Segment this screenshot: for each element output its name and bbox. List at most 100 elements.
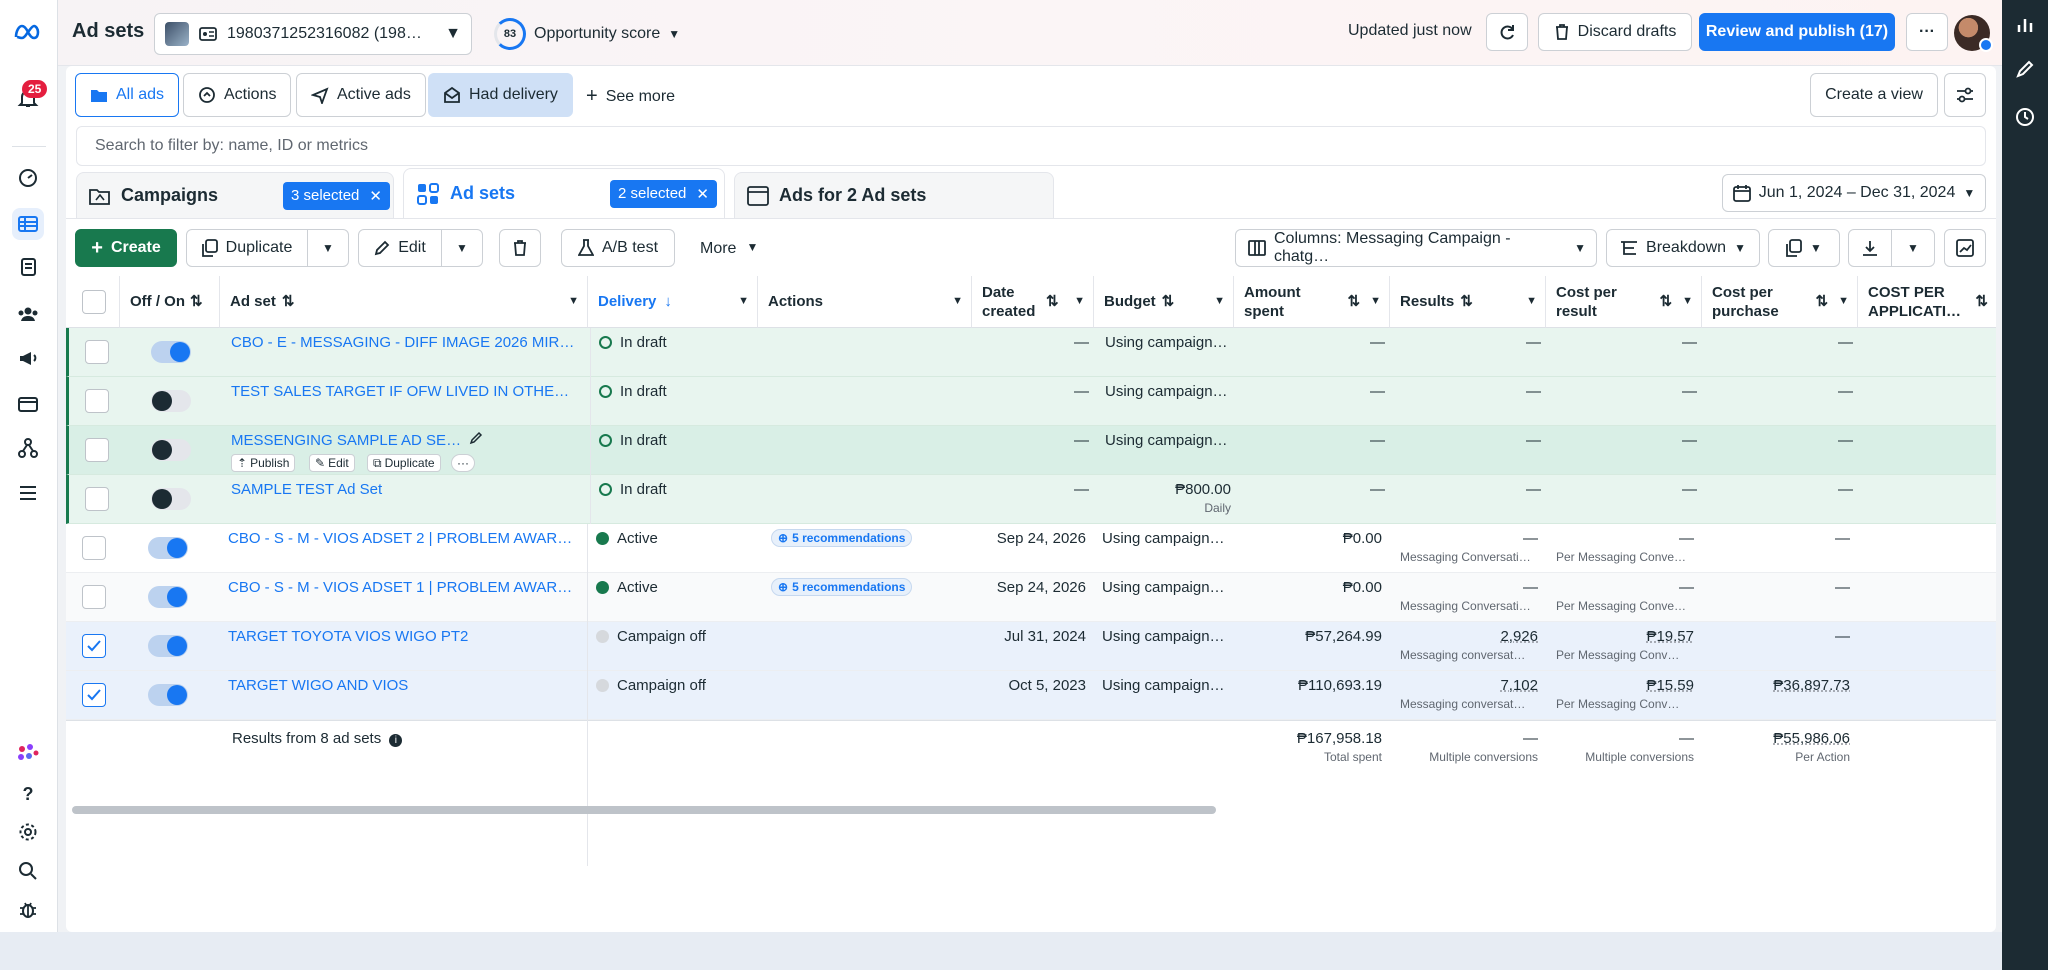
adset-name-link[interactable]: SAMPLE TEST Ad Set <box>231 481 577 498</box>
caret-down-icon[interactable]: ▼ <box>952 292 963 311</box>
filter-settings-button[interactable] <box>1944 73 1986 117</box>
adset-name-link[interactable]: CBO - E - MESSAGING - DIFF IMAGE 2026 MI… <box>231 334 577 351</box>
adsets-selected-pill[interactable]: 2 selected ✕ <box>610 179 717 208</box>
create-button[interactable]: + Create <box>75 229 177 267</box>
caret-down-icon[interactable]: ▼ <box>1214 292 1225 311</box>
reports-button[interactable]: ▼ <box>1768 229 1840 267</box>
horizontal-scrollbar[interactable] <box>72 806 1216 814</box>
billing-card-icon[interactable] <box>12 388 44 420</box>
more-actions-dropdown[interactable]: More ▼ <box>700 240 758 258</box>
header-delivery[interactable]: Delivery ↓ ▼ <box>588 276 758 328</box>
row-duplicate-button[interactable]: ⧉ Duplicate <box>367 454 441 472</box>
row-toggle[interactable] <box>148 684 188 706</box>
sort-desc-icon[interactable]: ↓ <box>664 292 672 311</box>
events-manager-icon[interactable] <box>12 432 44 464</box>
table-row[interactable]: CBO - S - M - VIOS ADSET 2 | PROBLEM AWA… <box>66 524 1996 573</box>
pages-icon[interactable] <box>12 252 44 284</box>
sort-icon[interactable]: ⇅ <box>190 292 203 311</box>
sort-icon[interactable]: ⇅ <box>282 292 295 311</box>
sort-icon[interactable]: ⇅ <box>1162 292 1175 311</box>
filter-active-ads[interactable]: Active ads <box>296 73 426 117</box>
refresh-button[interactable] <box>1486 13 1528 51</box>
sort-icon[interactable]: ⇅ <box>1975 292 1988 311</box>
sort-icon[interactable]: ⇅ <box>1460 292 1473 311</box>
meta-ai-icon[interactable] <box>12 738 44 770</box>
row-more-button[interactable]: ··· <box>451 454 475 472</box>
export-button[interactable] <box>1848 229 1892 267</box>
caret-down-icon[interactable]: ▼ <box>1526 292 1537 311</box>
select-all-checkbox[interactable] <box>82 290 106 314</box>
table-row[interactable]: TARGET WIGO AND VIOS Campaign off Oct 5, 2… <box>66 671 1996 720</box>
table-row[interactable]: CBO - S - M - VIOS ADSET 1 | PROBLEM AWA… <box>66 573 1996 622</box>
tab-campaigns[interactable]: Campaigns 3 selected ✕ <box>76 172 394 218</box>
table-row[interactable]: CBO - E - MESSAGING - DIFF IMAGE 2026 MI… <box>66 328 1996 377</box>
adset-name-link[interactable]: CBO - S - M - VIOS ADSET 1 | PROBLEM AWA… <box>228 579 574 596</box>
row-edit-button[interactable]: ✎ Edit <box>309 454 355 472</box>
bar-chart-icon[interactable] <box>2014 14 2036 36</box>
caret-down-icon[interactable]: ▼ <box>1370 292 1381 311</box>
all-tools-menu-icon[interactable] <box>12 477 44 509</box>
history-clock-icon[interactable] <box>2014 106 2036 128</box>
edit-dropdown-button[interactable]: ▼ <box>441 229 483 267</box>
adset-name-link[interactable]: TARGET TOYOTA VIOS WIGO PT2 <box>228 628 574 645</box>
row-checkbox[interactable] <box>85 438 109 462</box>
tab-ads[interactable]: Ads for 2 Ad sets <box>734 172 1054 218</box>
table-row[interactable]: TEST SALES TARGET IF OFW LIVED IN OTHER … <box>66 377 1996 426</box>
info-icon[interactable]: i <box>389 734 403 747</box>
ads-manager-table-icon[interactable] <box>12 208 44 240</box>
audiences-icon[interactable] <box>12 298 44 330</box>
pencil-icon[interactable] <box>469 431 483 445</box>
delete-button[interactable] <box>499 229 541 267</box>
ab-test-button[interactable]: A/B test <box>561 229 675 267</box>
row-toggle[interactable] <box>151 488 191 510</box>
duplicate-button[interactable]: Duplicate <box>186 229 308 267</box>
row-toggle[interactable] <box>151 341 191 363</box>
header-actions[interactable]: Actions ▼ <box>758 276 972 328</box>
row-checkbox[interactable] <box>82 585 106 609</box>
row-checkbox[interactable] <box>85 340 109 364</box>
close-icon[interactable]: ✕ <box>369 187 382 205</box>
ad-account-selector[interactable]: 1980371252316082 (198… ▼ <box>154 13 472 55</box>
sort-icon[interactable]: ⇅ <box>1816 292 1829 311</box>
header-budget[interactable]: Budget ⇅ ▼ <box>1094 276 1234 328</box>
row-toggle[interactable] <box>151 439 191 461</box>
sort-icon[interactable]: ⇅ <box>1046 292 1059 311</box>
bug-report-icon[interactable] <box>12 894 44 926</box>
adset-name-link[interactable]: MESSENGING SAMPLE AD SET 1 <box>231 432 463 449</box>
megaphone-icon[interactable] <box>12 342 44 374</box>
table-row[interactable]: MESSENGING SAMPLE AD SET 1 ⇡ Publish ✎ Edit ⧉… <box>66 426 1996 475</box>
table-row[interactable]: TARGET TOYOTA VIOS WIGO PT2 Campaign off J… <box>66 622 1996 671</box>
table-row[interactable]: SAMPLE TEST Ad Set In draft — ₱800.00 Daily —… <box>66 475 1996 524</box>
row-toggle[interactable] <box>148 537 188 559</box>
header-results[interactable]: Results ⇅ ▼ <box>1390 276 1546 328</box>
header-amount-spent[interactable]: Amount spent ⇅ ▼ <box>1234 276 1390 328</box>
header-ad-set[interactable]: Ad set ⇅ ▼ <box>220 276 588 328</box>
caret-down-icon[interactable]: ▼ <box>1682 292 1693 311</box>
header-date-created[interactable]: Date created ⇅ ▼ <box>972 276 1094 328</box>
date-range-picker[interactable]: Jun 1, 2024 – Dec 31, 2024 ▼ <box>1722 174 1986 212</box>
caret-down-icon[interactable]: ▼ <box>568 292 579 311</box>
search-input[interactable]: Search to filter by: name, ID or metrics <box>76 126 1986 166</box>
caret-down-icon[interactable]: ▼ <box>738 292 749 311</box>
opportunity-score-dropdown[interactable]: 83 Opportunity score ▼ <box>494 18 680 50</box>
adset-name-link[interactable]: TEST SALES TARGET IF OFW LIVED IN OTHER … <box>231 383 577 400</box>
row-checkbox[interactable] <box>82 536 106 560</box>
edit-button[interactable]: Edit <box>358 229 442 267</box>
caret-down-icon[interactable]: ▼ <box>1074 292 1085 311</box>
filter-actions[interactable]: Actions <box>183 73 292 117</box>
adset-name-link[interactable]: TARGET WIGO AND VIOS <box>228 677 574 694</box>
row-checkbox[interactable] <box>85 487 109 511</box>
gear-icon[interactable] <box>12 816 44 848</box>
filter-had-delivery[interactable]: Had delivery <box>428 73 573 117</box>
caret-down-icon[interactable]: ▼ <box>1838 292 1849 311</box>
more-options-button[interactable]: ··· <box>1906 13 1948 51</box>
close-icon[interactable]: ✕ <box>696 185 709 203</box>
export-dropdown-button[interactable]: ▼ <box>1891 229 1935 267</box>
meta-logo-icon[interactable] <box>12 16 44 48</box>
sort-icon[interactable]: ⇅ <box>1660 292 1673 311</box>
row-toggle[interactable] <box>148 586 188 608</box>
adset-name-link[interactable]: CBO - S - M - VIOS ADSET 2 | PROBLEM AWA… <box>228 530 574 547</box>
row-toggle[interactable] <box>151 390 191 412</box>
recommendations-badge[interactable]: ⊕ 5 recommendations <box>771 578 913 596</box>
sort-icon[interactable]: ⇅ <box>1348 292 1361 311</box>
